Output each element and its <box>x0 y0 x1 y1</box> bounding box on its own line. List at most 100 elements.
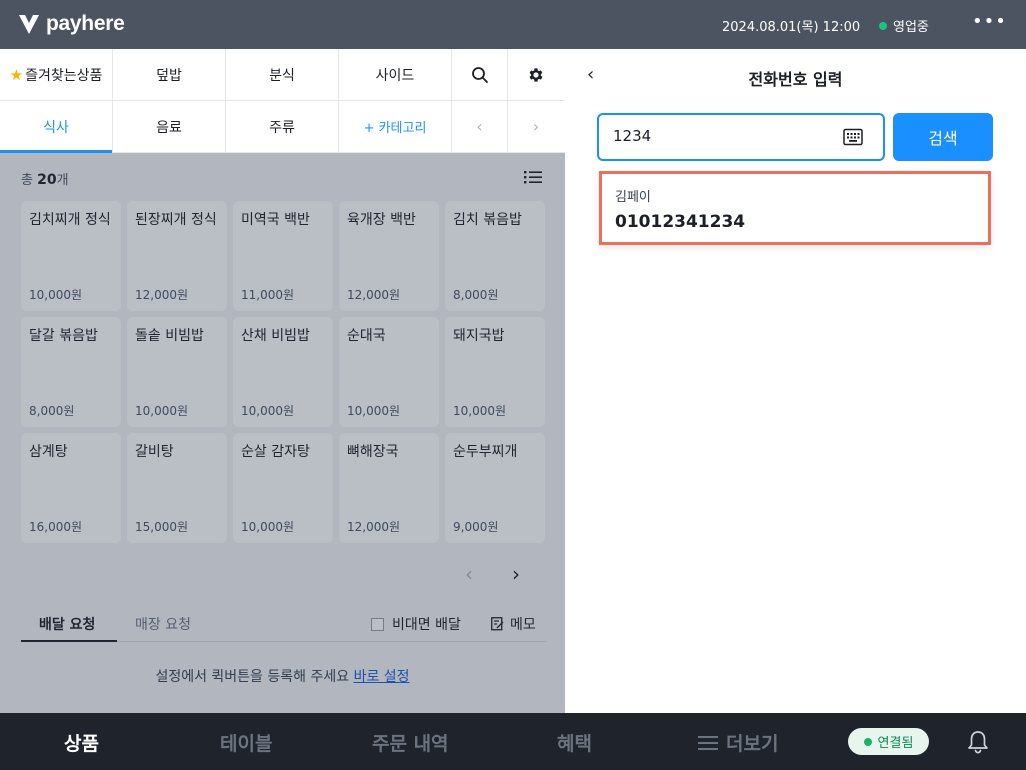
checkbox-icon <box>371 617 384 631</box>
category-side[interactable]: 사이드 <box>339 49 452 100</box>
tab-underline <box>21 640 117 642</box>
category-beverage[interactable]: 음료 <box>113 101 226 152</box>
store-status: 영업중 <box>879 16 929 35</box>
phone-number-input[interactable] <box>613 127 823 145</box>
store-status-label: 영업중 <box>893 20 929 35</box>
product-price: 10,000원 <box>241 404 295 418</box>
product-total: 총 20개 <box>21 169 69 188</box>
quick-setting-link[interactable]: 바로 설정 <box>354 669 410 685</box>
product-card[interactable]: 삼계탕 16,000원 <box>21 433 121 543</box>
notification-button[interactable] <box>966 729 990 759</box>
product-grid: 김치찌개 정식 10,000원 된장찌개 정식 12,000원 미역국 백반 11,0… <box>21 201 546 543</box>
category-label: + 카테고리 <box>363 121 427 136</box>
tab-store-request[interactable]: 매장 요청 <box>135 614 191 634</box>
product-price: 12,000원 <box>347 288 401 302</box>
category-label: 즐겨찾는상품 <box>25 67 103 84</box>
bell-icon <box>968 731 988 754</box>
category-label: 음료 <box>156 119 182 136</box>
product-card[interactable]: 돼지국밥 10,000원 <box>445 317 545 427</box>
product-card[interactable]: 돌솥 비빔밥 10,000원 <box>127 317 227 427</box>
request-tabs: 배달 요청 매장 요청 비대면 배달 메모 <box>21 604 546 642</box>
product-name: 순두부찌개 <box>453 444 518 460</box>
product-card[interactable]: 김치 볶음밥 8,000원 <box>445 201 545 311</box>
product-name: 순살 감자탕 <box>241 444 310 460</box>
list-view-button[interactable] <box>524 169 542 189</box>
quick-button-notice: 설정에서 퀵버튼을 등록해 주세요 바로 설정 <box>0 666 565 686</box>
settings-button[interactable] <box>508 49 564 100</box>
product-name: 돌솥 비빔밥 <box>135 328 204 344</box>
product-price: 10,000원 <box>453 404 507 418</box>
product-card[interactable]: 뼈해장국 12,000원 <box>339 433 439 543</box>
category-next-button[interactable]: › <box>508 101 564 152</box>
customer-result-item[interactable]: 김페이 01012341234 <box>599 171 991 245</box>
search-submit-button[interactable]: 검색 <box>893 113 993 161</box>
product-price: 12,000원 <box>135 288 189 302</box>
category-favorites[interactable]: ★ 즐겨찾는상품 <box>0 49 113 100</box>
product-name: 김치찌개 정식 <box>29 212 111 228</box>
keyboard-button[interactable] <box>843 128 863 150</box>
product-name: 순대국 <box>347 328 386 344</box>
product-card[interactable]: 갈비탕 15,000원 <box>127 433 227 543</box>
product-price: 10,000원 <box>241 520 295 534</box>
category-liquor[interactable]: 주류 <box>226 101 339 152</box>
product-price: 10,000원 <box>135 404 189 418</box>
product-name: 삼계탕 <box>29 444 68 460</box>
nav-products[interactable]: 상품 <box>64 729 99 756</box>
product-card[interactable]: 된장찌개 정식 12,000원 <box>127 201 227 311</box>
product-price: 8,000원 <box>453 288 499 302</box>
tab-delivery-request[interactable]: 배달 요청 <box>39 614 95 634</box>
menu-icon <box>698 735 718 750</box>
category-rice-bowl[interactable]: 덮밥 <box>113 49 226 100</box>
search-button[interactable] <box>452 49 508 100</box>
product-price: 15,000원 <box>135 520 189 534</box>
customer-phone: 01012341234 <box>615 212 746 232</box>
category-row-2: 식사 음료 주류 + 카테고리 ‹ › <box>0 101 565 153</box>
category-prev-button[interactable]: ‹ <box>452 101 508 152</box>
gear-icon <box>529 67 543 82</box>
contactless-delivery-checkbox[interactable]: 비대면 배달 <box>371 614 461 634</box>
phone-input-panel: ‹ 전화번호 입력 검색 김페이 01012341234 <box>565 49 1026 713</box>
chevron-right-icon: › <box>532 117 540 136</box>
page-next-button[interactable]: › <box>512 562 520 586</box>
product-name: 된장찌개 정식 <box>135 212 217 228</box>
category-label: 덮밥 <box>156 67 182 84</box>
memo-icon <box>491 617 504 631</box>
top-header: payhere 2024.08.01(목) 12:00 영업중 ••• <box>0 0 1026 49</box>
product-name: 산채 비빔밥 <box>241 328 310 344</box>
category-label: 주류 <box>269 119 295 136</box>
nav-tables[interactable]: 테이블 <box>220 729 272 756</box>
total-count: 20 <box>37 172 57 188</box>
category-label: 분식 <box>269 67 295 84</box>
product-name: 달갈 볶음밥 <box>29 328 98 344</box>
search-icon <box>471 66 488 83</box>
header-datetime: 2024.08.01(목) 12:00 <box>722 20 861 35</box>
product-card[interactable]: 순대국 10,000원 <box>339 317 439 427</box>
product-card[interactable]: 달갈 볶음밥 8,000원 <box>21 317 121 427</box>
product-card[interactable]: 순두부찌개 9,000원 <box>445 433 545 543</box>
product-name: 뼈해장국 <box>347 444 399 460</box>
total-suffix: 개 <box>56 173 69 188</box>
product-card[interactable]: 김치찌개 정식 10,000원 <box>21 201 121 311</box>
product-card[interactable]: 산채 비빔밥 10,000원 <box>233 317 333 427</box>
status-dot-icon <box>879 21 887 30</box>
product-price: 12,000원 <box>347 520 401 534</box>
page-prev-button[interactable]: ‹ <box>465 562 473 586</box>
memo-button[interactable]: 메모 <box>491 614 536 634</box>
product-name: 갈비탕 <box>135 444 174 460</box>
product-card[interactable]: 육개장 백반 12,000원 <box>339 201 439 311</box>
add-category-button[interactable]: + 카테고리 <box>339 101 452 152</box>
more-options-icon[interactable]: ••• <box>972 11 1007 32</box>
nav-more[interactable]: 더보기 <box>698 729 778 756</box>
star-icon: ★ <box>9 65 24 84</box>
category-snack[interactable]: 분식 <box>226 49 339 100</box>
bottom-nav: 상품 테이블 주문 내역 혜택 더보기 연결됨 <box>0 713 1026 770</box>
chevron-left-icon: ‹ <box>465 562 473 586</box>
product-card[interactable]: 미역국 백반 11,000원 <box>233 201 333 311</box>
nav-benefits[interactable]: 혜택 <box>557 729 592 756</box>
category-label: 사이드 <box>375 67 415 84</box>
chevron-right-icon: › <box>512 562 520 586</box>
product-card[interactable]: 순살 감자탕 10,000원 <box>233 433 333 543</box>
product-name: 육개장 백반 <box>347 212 416 228</box>
nav-order-history[interactable]: 주문 내역 <box>372 729 449 756</box>
category-meal[interactable]: 식사 <box>0 101 113 153</box>
